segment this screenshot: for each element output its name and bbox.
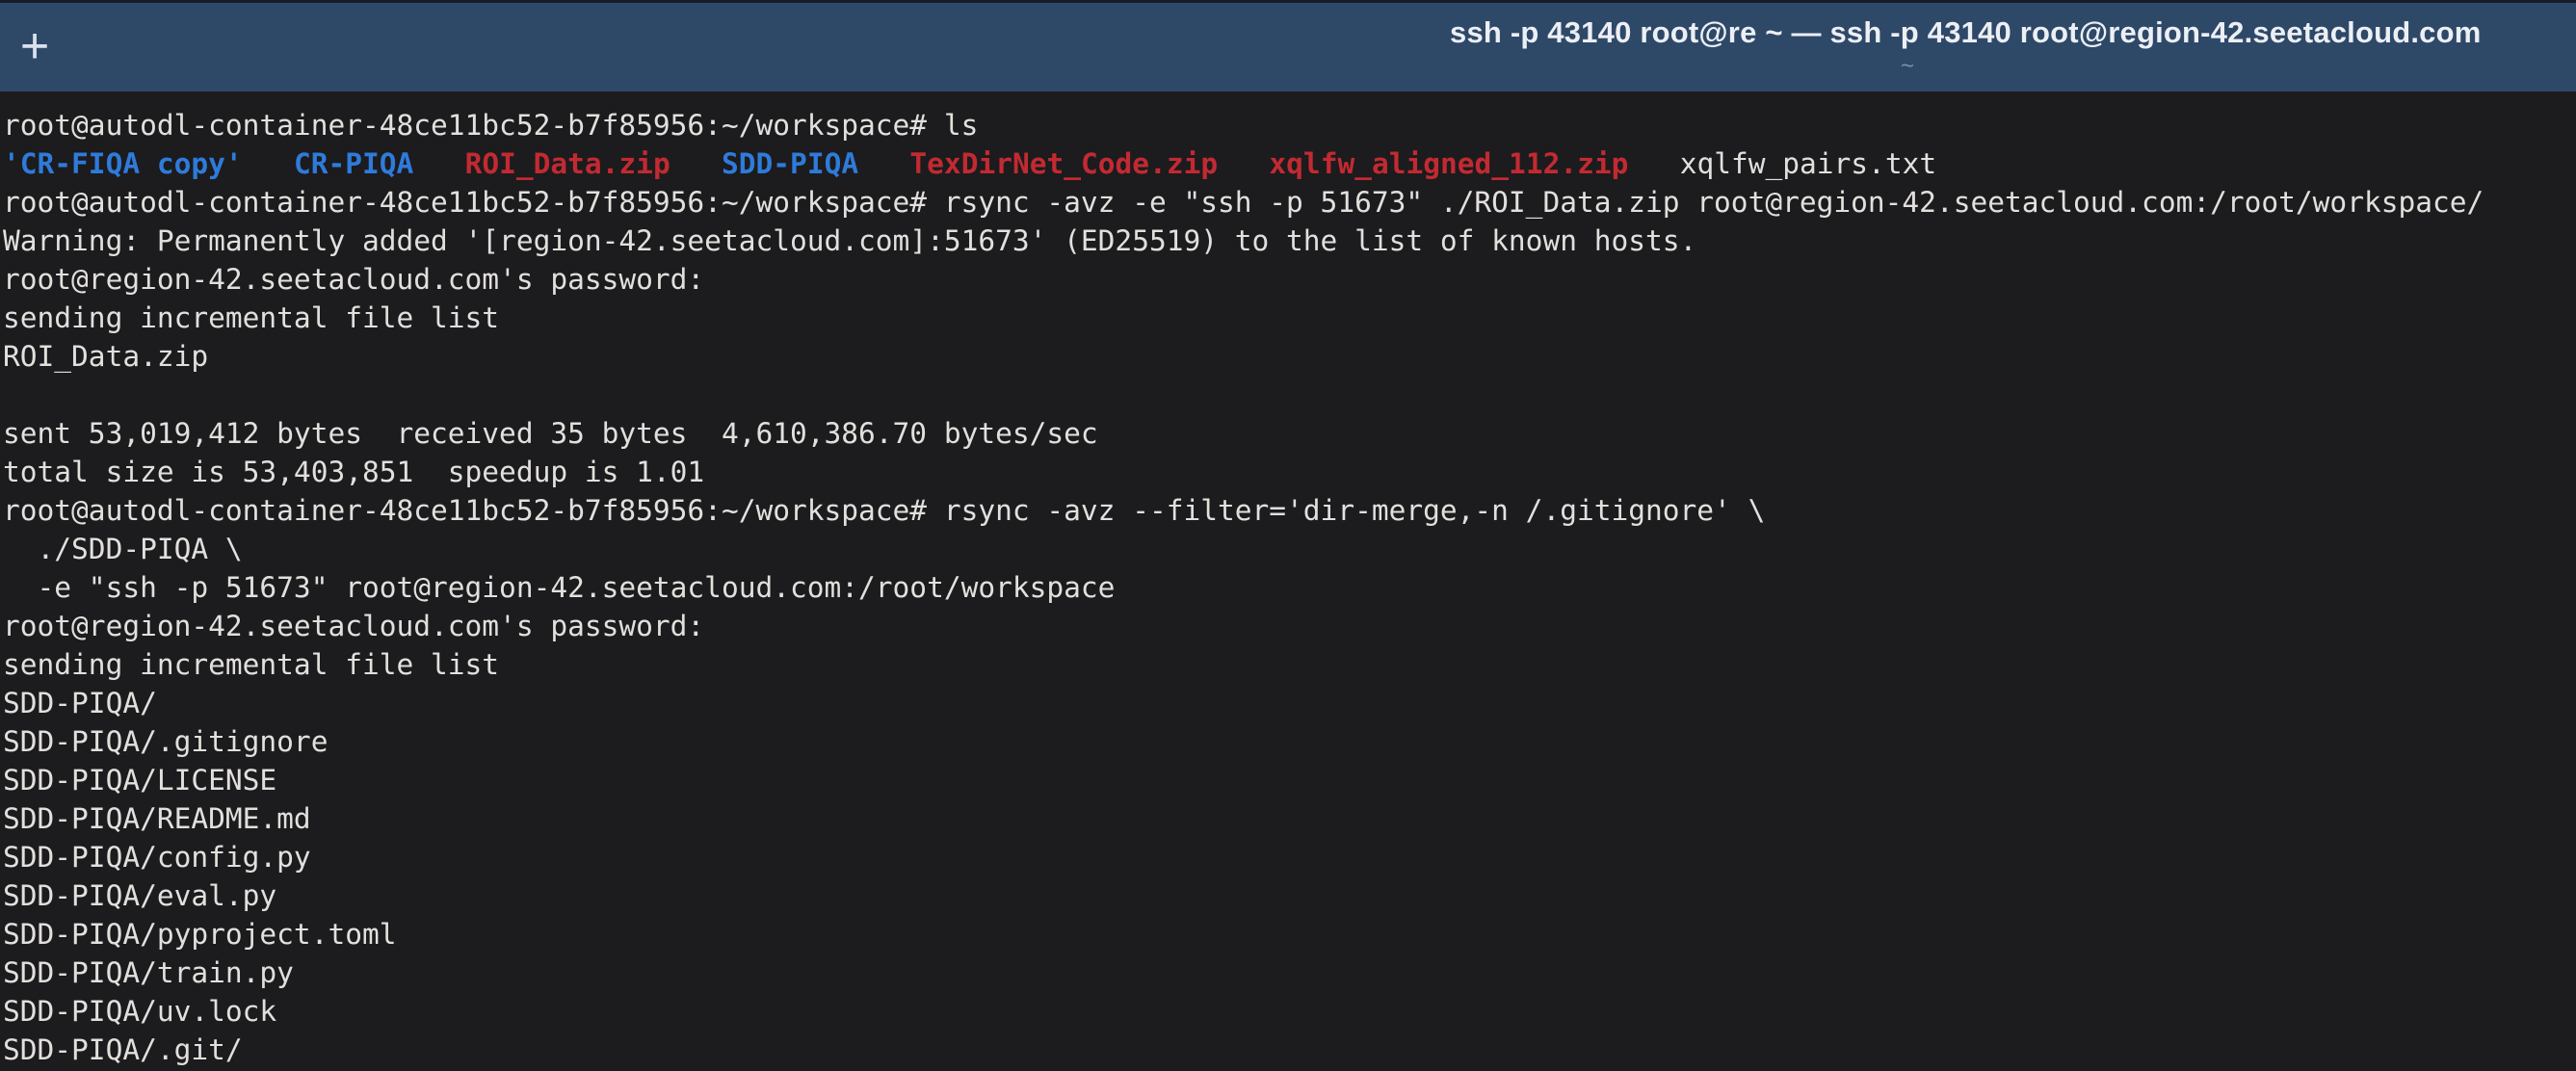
terminal-line: -e "ssh -p 51673" root@region-42.seetacl… [3,568,2576,607]
terminal-text-segment: SDD-PIQA/uv.lock [3,995,276,1028]
terminal-text-segment: TexDirNet_Code.zip [909,147,1218,180]
terminal-text-segment: SDD-PIQA/LICENSE [3,764,276,797]
terminal-line: root@autodl-container-48ce11bc52-b7f8595… [3,183,2576,222]
terminal-line: SDD-PIQA/eval.py [3,876,2576,915]
terminal-text-segment: sending incremental file list [3,301,499,334]
terminal-line: SDD-PIQA/config.py [3,838,2576,876]
terminal-line: Warning: Permanently added '[region-42.s… [3,222,2576,260]
terminal-line: SDD-PIQA/uv.lock [3,992,2576,1031]
terminal-line: total size is 53,403,851 speedup is 1.01 [3,453,2576,491]
terminal-text-segment: SDD-PIQA/config.py [3,841,311,874]
terminal-text-segment [858,147,909,180]
terminal-text-segment: -e "ssh -p 51673" root@region-42.seetacl… [3,571,1115,604]
terminal-line: root@autodl-container-48ce11bc52-b7f8595… [3,491,2576,530]
new-tab-button[interactable]: + [13,25,56,67]
titlebar-title-block: ssh -p 43140 root@re ~ — ssh -p 43140 ro… [1450,3,2365,94]
terminal-output[interactable]: root@autodl-container-48ce11bc52-b7f8595… [0,91,2576,1071]
terminal-line: SDD-PIQA/.git/ [3,1031,2576,1069]
terminal-line: SDD-PIQA/ [3,684,2576,722]
terminal-line: sending incremental file list [3,645,2576,684]
terminal-text-segment: total size is 53,403,851 speedup is 1.01 [3,456,704,488]
terminal-text-segment: sent 53,019,412 bytes received 35 bytes … [3,417,1098,450]
terminal-line: SDD-PIQA/LICENSE [3,761,2576,799]
terminal-line [3,376,2576,414]
terminal-line: SDD-PIQA/train.py [3,953,2576,992]
terminal-text-segment: SDD-PIQA [722,147,858,180]
terminal-text-segment: sending incremental file list [3,648,499,681]
terminal-line: root@autodl-container-48ce11bc52-b7f8595… [3,106,2576,144]
terminal-text-segment: Warning: Permanently added '[region-42.s… [3,224,1696,257]
plus-icon: + [20,21,49,71]
terminal-text-segment: SDD-PIQA/.git/ [3,1033,243,1066]
window-title: ssh -p 43140 root@re ~ — ssh -p 43140 ro… [1450,15,2365,50]
terminal-text-segment: root@autodl-container-48ce11bc52-b7f8595… [3,109,978,142]
terminal-line: sending incremental file list [3,299,2576,337]
terminal-text-segment: SDD-PIQA/train.py [3,956,294,989]
terminal-line: ROI_Data.zip [3,337,2576,376]
terminal-line: 'CR-FIQA copy' CR-PIQA ROI_Data.zip SDD-… [3,144,2576,183]
terminal-text-segment: ROI_Data.zip [3,340,208,373]
terminal-text-segment: root@region-42.seetacloud.com's password… [3,263,704,296]
terminal-text-segment: SDD-PIQA/ [3,687,157,719]
terminal-text-segment [1218,147,1269,180]
terminal-text-segment: SDD-PIQA/.gitignore [3,725,328,758]
terminal-text-segment: root@autodl-container-48ce11bc52-b7f8595… [3,186,2484,219]
terminal-line: root@region-42.seetacloud.com's password… [3,260,2576,299]
terminal-text-segment: 'CR-FIQA copy' [3,147,243,180]
terminal-line: root@region-42.seetacloud.com's password… [3,607,2576,645]
terminal-text-segment: root@region-42.seetacloud.com's password… [3,610,704,642]
terminal-text-segment: root@autodl-container-48ce11bc52-b7f8595… [3,494,1765,527]
terminal-text-segment: SDD-PIQA/eval.py [3,879,276,912]
terminal-text-segment [670,147,722,180]
terminal-line: SDD-PIQA/README.md [3,799,2576,838]
terminal-text-segment [413,147,464,180]
terminal-titlebar: + ssh -p 43140 root@re ~ — ssh -p 43140 … [0,0,2576,91]
terminal-text-segment: CR-PIQA [294,147,413,180]
terminal-text-segment: xqlfw_pairs.txt [1680,147,1936,180]
window-subtitle: ~ [1450,53,2365,80]
terminal-text-segment: ROI_Data.zip [465,147,670,180]
terminal-line: ./SDD-PIQA \ [3,530,2576,568]
terminal-text-segment: SDD-PIQA/pyproject.toml [3,918,397,951]
terminal-text-segment [243,147,294,180]
terminal-text-segment [1628,147,1679,180]
terminal-text-segment: xqlfw_aligned_112.zip [1269,147,1628,180]
terminal-line: SDD-PIQA/.gitignore [3,722,2576,761]
terminal-text-segment: SDD-PIQA/README.md [3,802,311,835]
terminal-text-segment: ./SDD-PIQA \ [3,533,243,565]
terminal-line: SDD-PIQA/pyproject.toml [3,915,2576,953]
terminal-line: sent 53,019,412 bytes received 35 bytes … [3,414,2576,453]
